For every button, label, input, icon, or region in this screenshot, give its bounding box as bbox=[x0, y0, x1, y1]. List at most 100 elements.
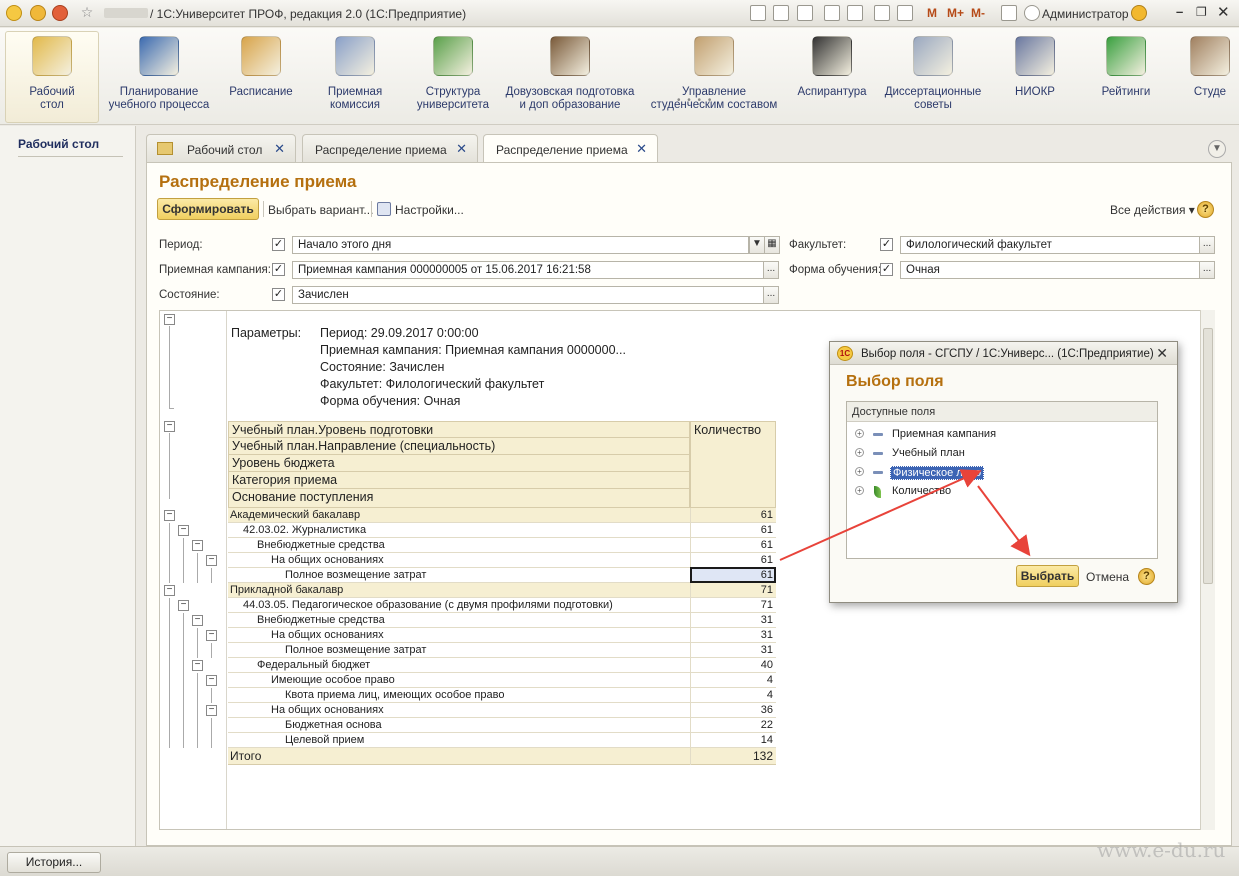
sections-more-dots[interactable]: • • • • bbox=[677, 95, 713, 106]
all-actions-menu[interactable]: Все действия ▾ bbox=[1110, 203, 1195, 217]
expand-icon[interactable]: + bbox=[855, 486, 864, 495]
collapse-group-icon[interactable]: − bbox=[164, 585, 175, 596]
collapse-group-icon[interactable]: − bbox=[206, 630, 217, 641]
report-row[interactable]: 44.03.05. Педагогическое образование (с … bbox=[228, 598, 776, 613]
report-row[interactable]: Квота приема лиц, имеющих особое право 4 bbox=[228, 688, 776, 703]
campaign-checkbox[interactable]: ✓ bbox=[272, 263, 285, 276]
collapse-group-icon[interactable]: − bbox=[178, 525, 189, 536]
period-calendar-button[interactable]: ▦ bbox=[764, 236, 780, 254]
section-item[interactable]: Довузовская подготовка и доп образование bbox=[502, 32, 638, 112]
choose-variant-button[interactable]: Выбрать вариант... bbox=[268, 203, 373, 217]
cancel-button[interactable]: Отмена bbox=[1086, 570, 1129, 584]
section-item[interactable]: Рабочий стол bbox=[10, 32, 94, 112]
nav-item-desktop[interactable]: Рабочий стол bbox=[18, 137, 99, 151]
study-form-checkbox[interactable]: ✓ bbox=[880, 263, 893, 276]
study-form-field[interactable]: Очная bbox=[900, 261, 1200, 279]
report-row[interactable]: Федеральный бюджет 40 bbox=[228, 658, 776, 673]
header-direction[interactable]: Учебный план.Направление (специальность) bbox=[228, 438, 690, 455]
header-category[interactable]: Категория приема bbox=[228, 472, 690, 489]
minimize-icon[interactable]: – bbox=[1176, 4, 1183, 19]
section-item[interactable]: Расписание bbox=[224, 32, 298, 99]
report-row[interactable]: Внебюджетные средства 31 bbox=[228, 613, 776, 628]
period-dropdown-button[interactable]: ▼ bbox=[749, 236, 765, 254]
study-form-select-button[interactable]: ... bbox=[1199, 261, 1215, 279]
collapse-group-icon[interactable]: − bbox=[192, 660, 203, 671]
faculty-checkbox[interactable]: ✓ bbox=[880, 238, 893, 251]
dialog-close-icon[interactable]: ✕ bbox=[1156, 345, 1168, 362]
collapse-group-icon[interactable]: − bbox=[192, 615, 203, 626]
state-select-button[interactable]: ... bbox=[763, 286, 779, 304]
collapse-params-icon[interactable]: − bbox=[164, 314, 175, 325]
section-item[interactable]: Аспирантура bbox=[790, 32, 874, 99]
tab-distribution-1[interactable]: Распределение приема ✕ bbox=[302, 134, 478, 162]
header-level[interactable]: Учебный план.Уровень подготовки bbox=[228, 421, 690, 438]
report-row[interactable]: Полное возмещение затрат 31 bbox=[228, 643, 776, 658]
expand-icon[interactable]: + bbox=[855, 429, 864, 438]
help-icon[interactable]: ? bbox=[1197, 201, 1214, 218]
history-button[interactable]: История... bbox=[7, 852, 101, 873]
campaign-field[interactable]: Приемная кампания 000000005 от 15.06.201… bbox=[292, 261, 764, 279]
save-icon[interactable] bbox=[750, 5, 766, 21]
memory-minus-button[interactable]: M- bbox=[971, 6, 985, 20]
expand-icon[interactable]: + bbox=[855, 467, 864, 476]
available-fields-list[interactable]: Доступные поля + Приемная кампания + Уче… bbox=[846, 401, 1158, 559]
section-item[interactable]: НИОКР bbox=[1003, 32, 1067, 99]
section-item[interactable]: Структура университета bbox=[413, 32, 493, 112]
period-checkbox[interactable]: ✓ bbox=[272, 238, 285, 251]
favorites-star-icon[interactable]: ☆ bbox=[79, 5, 95, 21]
tools-icon[interactable] bbox=[1001, 5, 1017, 21]
collapse-group-icon[interactable]: − bbox=[192, 540, 203, 551]
header-quantity[interactable]: Количество bbox=[690, 421, 776, 508]
tab-close-icon[interactable]: ✕ bbox=[456, 141, 467, 157]
collapse-group-icon[interactable]: − bbox=[164, 510, 175, 521]
collapse-group-icon[interactable]: − bbox=[178, 600, 189, 611]
settings-button[interactable]: Настройки... bbox=[395, 203, 464, 217]
history-icon[interactable] bbox=[847, 5, 863, 21]
info-icon[interactable] bbox=[1131, 5, 1147, 21]
dialog-help-icon[interactable]: ? bbox=[1138, 568, 1155, 585]
tab-close-icon[interactable]: ✕ bbox=[274, 141, 285, 157]
menu-icon[interactable] bbox=[30, 5, 46, 21]
collapse-group-icon[interactable]: − bbox=[206, 555, 217, 566]
section-item[interactable]: Управление студенческим составом bbox=[650, 32, 778, 112]
report-row[interactable]: На общих основаниях 61 bbox=[228, 553, 776, 568]
campaign-select-button[interactable]: ... bbox=[763, 261, 779, 279]
report-row[interactable]: Прикладной бакалавр 71 bbox=[228, 583, 776, 598]
report-row[interactable]: Академический бакалавр 61 bbox=[228, 508, 776, 523]
faculty-field[interactable]: Филологический факультет bbox=[900, 236, 1200, 254]
print-preview-icon[interactable] bbox=[797, 5, 813, 21]
field-item-campaign[interactable]: + Приемная кампания bbox=[847, 425, 1157, 444]
add-favorite-icon[interactable] bbox=[824, 5, 840, 21]
tab-close-icon[interactable]: ✕ bbox=[636, 141, 647, 157]
header-budget[interactable]: Уровень бюджета bbox=[228, 455, 690, 472]
memory-m-button[interactable]: M bbox=[927, 6, 937, 20]
tab-distribution-2[interactable]: Распределение приема ✕ bbox=[483, 134, 658, 163]
memory-plus-button[interactable]: M+ bbox=[947, 6, 964, 20]
faculty-select-button[interactable]: ... bbox=[1199, 236, 1215, 254]
period-field[interactable]: Начало этого дня bbox=[292, 236, 749, 254]
print-icon[interactable] bbox=[773, 5, 789, 21]
collapse-header-icon[interactable]: − bbox=[164, 421, 175, 432]
section-item[interactable]: Приемная комиссия bbox=[318, 32, 392, 112]
field-item-plan[interactable]: + Учебный план bbox=[847, 444, 1157, 463]
report-row[interactable]: На общих основаниях 36 bbox=[228, 703, 776, 718]
section-item[interactable]: Рейтинги bbox=[1088, 32, 1164, 99]
report-row[interactable]: Полное возмещение затрат 61 bbox=[228, 567, 776, 583]
state-checkbox[interactable]: ✓ bbox=[272, 288, 285, 301]
header-basis[interactable]: Основание поступления bbox=[228, 489, 690, 508]
app-logo-icon[interactable] bbox=[6, 5, 22, 21]
report-row[interactable]: 42.03.02. Журналистика 61 bbox=[228, 523, 776, 538]
close-icon[interactable]: ✕ bbox=[1217, 3, 1230, 21]
close-app-icon[interactable] bbox=[52, 5, 68, 21]
user-name[interactable]: Администратор bbox=[1042, 7, 1129, 21]
report-row[interactable]: Внебюджетные средства 61 bbox=[228, 538, 776, 553]
scrollbar-thumb[interactable] bbox=[1203, 328, 1213, 584]
dialog-title-bar[interactable]: 1C Выбор поля - СГСПУ / 1С:Универс... (1… bbox=[830, 342, 1177, 365]
settings-icon[interactable] bbox=[377, 202, 391, 216]
section-item[interactable]: Диссертационные советы bbox=[881, 32, 985, 112]
section-item[interactable]: Планирование учебного процесса bbox=[104, 32, 214, 112]
expand-icon[interactable]: + bbox=[855, 448, 864, 457]
calculator-icon[interactable] bbox=[874, 5, 890, 21]
report-row[interactable]: Целевой прием 14 bbox=[228, 733, 776, 748]
field-item-quantity[interactable]: + Количество bbox=[847, 482, 1157, 501]
